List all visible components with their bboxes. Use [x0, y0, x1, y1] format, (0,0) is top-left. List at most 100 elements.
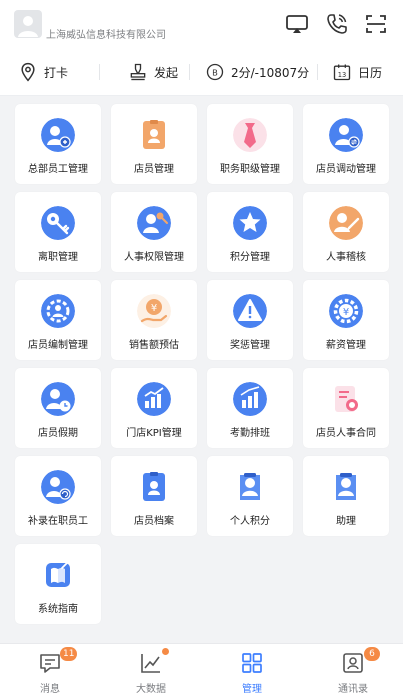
tie-icon	[233, 118, 267, 152]
contacts-icon	[343, 653, 363, 673]
tab-label: 大数据	[136, 684, 166, 695]
svg-text:B: B	[212, 67, 218, 77]
org-gear-icon	[41, 294, 75, 328]
avatar[interactable]	[14, 10, 42, 38]
module-label: 补录在职员工	[28, 516, 88, 527]
module-label: 店员管理	[134, 164, 174, 175]
app-header: 上海威弘信息科技有限公司	[0, 0, 403, 48]
quick-action-initiate[interactable]: 发起	[128, 60, 178, 84]
screen-cast-icon[interactable]	[285, 12, 309, 36]
stamp-icon	[130, 63, 146, 81]
module-salary[interactable]: ¥ 薪资管理	[303, 280, 389, 360]
schedule-chart-icon	[233, 382, 267, 416]
module-sales-forecast[interactable]: ¥ 销售额预估	[111, 280, 197, 360]
calendar-day: 13	[338, 71, 346, 79]
module-label: 店员调动管理	[316, 164, 376, 175]
vacation-clock-icon	[41, 382, 75, 416]
points-coin-icon: B	[206, 63, 224, 81]
module-attendance-schedule[interactable]: 考勤排班	[207, 368, 293, 448]
transfer-user-icon	[329, 118, 363, 152]
module-label: 门店KPI管理	[126, 428, 182, 439]
quick-action-calendar[interactable]: 13 日历	[332, 60, 382, 84]
salary-gear-icon: ¥	[329, 294, 363, 328]
warning-icon	[233, 294, 267, 328]
module-staff-files[interactable]: 店员档案	[111, 456, 197, 536]
points-balance: 2分/-10807分	[231, 65, 310, 80]
bottom-tab-bar: 11 消息 大数据 管理 6 通讯录	[0, 643, 403, 697]
tab-contacts[interactable]: 6 通讯录	[303, 644, 403, 697]
module-label: 薪资管理	[326, 340, 366, 351]
module-store-kpi[interactable]: 门店KPI管理	[111, 368, 197, 448]
module-points[interactable]: 积分管理	[207, 192, 293, 272]
grid-apps-icon	[242, 653, 262, 673]
module-staffing[interactable]: 店员编制管理	[15, 280, 101, 360]
module-hq-staff[interactable]: 总部员工管理	[15, 104, 101, 184]
module-label: 系统指南	[38, 604, 78, 615]
quick-action-bar: 打卡 发起 B 2分/-10807分 13 日历	[0, 48, 403, 96]
messages-badge: 11	[60, 647, 78, 661]
module-label: 店员编制管理	[28, 340, 88, 351]
module-label: 店员档案	[134, 516, 174, 527]
big-data-dot	[162, 648, 169, 655]
module-store-staff[interactable]: 店员管理	[111, 104, 197, 184]
module-label: 助理	[336, 516, 356, 527]
quick-action-label: 打卡	[44, 65, 69, 80]
id-badge-icon	[143, 120, 165, 149]
module-label: 奖惩管理	[230, 340, 270, 351]
module-position-rank[interactable]: 职务职级管理	[207, 104, 293, 184]
module-resignation[interactable]: 离职管理	[15, 192, 101, 272]
avatar-placeholder-icon	[18, 16, 38, 37]
module-personal-points[interactable]: 个人积分	[207, 456, 293, 536]
person-points-icon	[240, 473, 260, 500]
assistant-icon	[336, 473, 356, 500]
tab-label: 通讯录	[338, 684, 368, 695]
profile-card-icon	[143, 472, 165, 501]
calendar-icon: 13	[333, 64, 351, 81]
audit-icon	[329, 206, 363, 240]
trend-chart-icon	[141, 654, 160, 673]
phone-call-icon[interactable]	[325, 12, 349, 36]
divider	[99, 64, 100, 80]
tab-messages[interactable]: 11 消息	[0, 644, 100, 697]
module-hr-contract[interactable]: 店员人事合同	[303, 368, 389, 448]
contract-icon	[335, 386, 358, 412]
module-rewards-penalties[interactable]: 奖惩管理	[207, 280, 293, 360]
quick-action-label: 发起	[154, 65, 179, 80]
module-label: 店员假期	[38, 428, 78, 439]
key-icon	[41, 206, 75, 240]
staff-group-icon	[41, 118, 75, 152]
module-staff-transfer[interactable]: 店员调动管理	[303, 104, 389, 184]
module-staff-leave[interactable]: 店员假期	[15, 368, 101, 448]
module-label: 总部员工管理	[28, 164, 88, 175]
module-hr-permission[interactable]: 人事权限管理	[111, 192, 197, 272]
module-label: 个人积分	[230, 516, 270, 527]
module-label: 离职管理	[38, 252, 78, 263]
quick-action-clock-in[interactable]: 打卡	[18, 60, 68, 84]
scan-icon[interactable]	[364, 12, 388, 36]
message-icon	[40, 654, 60, 673]
module-assistant[interactable]: 助理	[303, 456, 389, 536]
star-icon	[233, 206, 267, 240]
module-label: 人事权限管理	[124, 252, 184, 263]
divider	[317, 64, 318, 80]
tab-label: 消息	[40, 684, 60, 695]
tab-manage[interactable]: 管理	[202, 644, 302, 697]
sales-money-icon: ¥	[137, 294, 171, 328]
module-label: 销售额预估	[129, 340, 179, 351]
module-supplement-staff[interactable]: 补录在职员工	[15, 456, 101, 536]
quick-action-points[interactable]: B 2分/-10807分	[205, 60, 309, 84]
module-label: 人事稽核	[326, 252, 366, 263]
module-label: 考勤排班	[230, 428, 270, 439]
module-label: 店员人事合同	[316, 428, 376, 439]
contacts-badge: 6	[364, 647, 380, 661]
tab-big-data[interactable]: 大数据	[101, 644, 201, 697]
module-label: 积分管理	[230, 252, 270, 263]
divider	[189, 64, 190, 80]
module-label: 职务职级管理	[220, 164, 280, 175]
module-system-guide[interactable]: 系统指南	[15, 544, 101, 624]
location-pin-icon	[21, 62, 35, 82]
guide-icon	[46, 562, 70, 587]
module-hr-audit[interactable]: 人事稽核	[303, 192, 389, 272]
quick-action-label: 日历	[358, 65, 383, 80]
kpi-chart-icon	[137, 382, 171, 416]
